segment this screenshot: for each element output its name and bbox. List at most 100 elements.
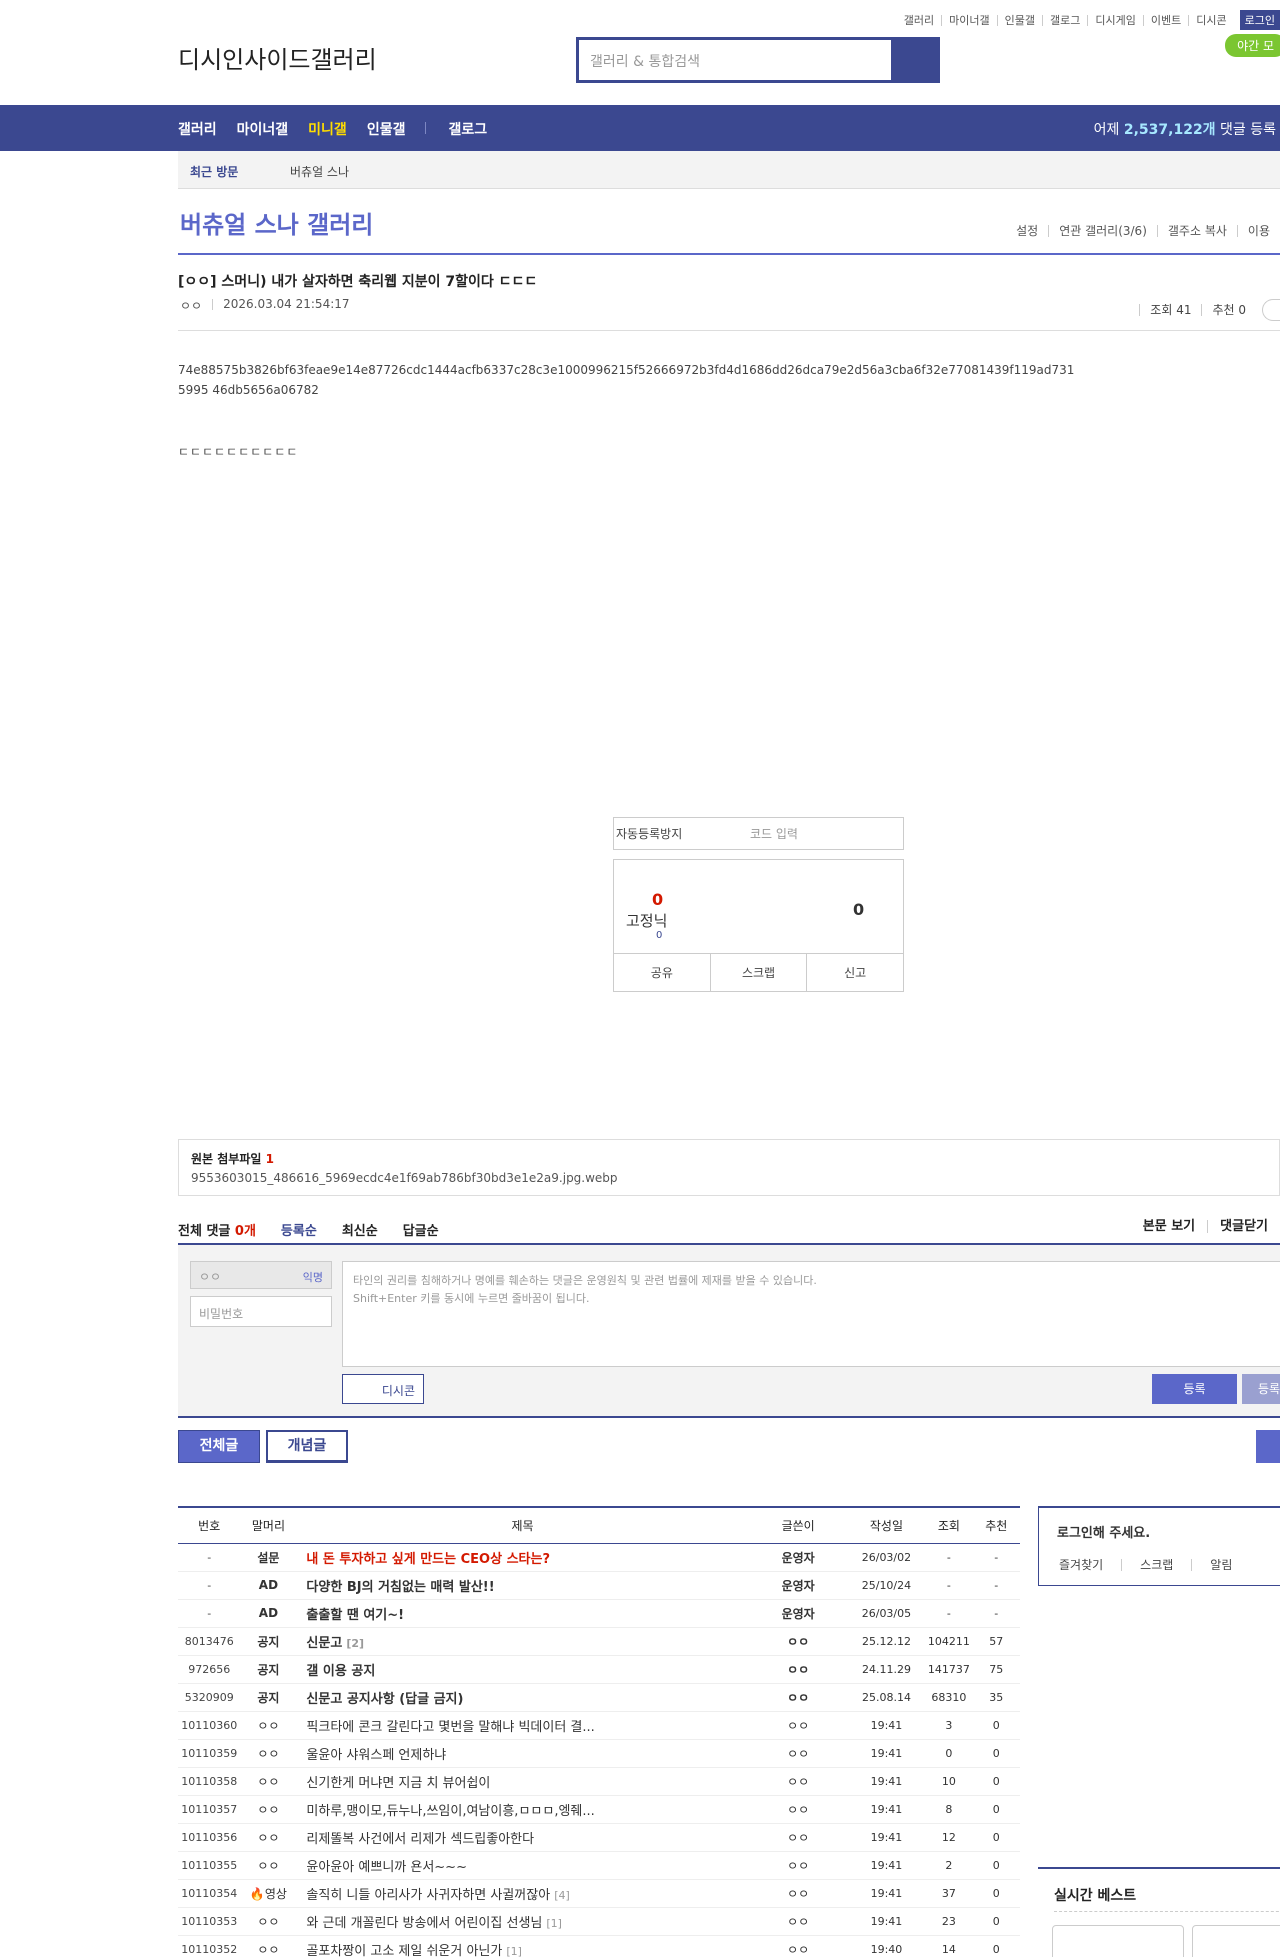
post-author[interactable]: ㅇㅇ (180, 297, 202, 314)
gnb-person[interactable]: 인물갤 (367, 119, 406, 139)
row-writer[interactable]: ㅇㅇ (748, 1795, 848, 1824)
top-menu-game[interactable]: 디시게임 (1087, 14, 1142, 26)
gallery-usage[interactable]: 이용 (1236, 225, 1280, 237)
sort-registered[interactable]: 등록순 (281, 1220, 317, 1239)
table-row[interactable]: 10110355 ㅇㅇ 윤아윤아 예쁘니까 욘서~~~ ㅇㅇ 19:41 2 0 (178, 1851, 1020, 1880)
table-row[interactable]: 10110360 ㅇㅇ 픽크타에 콘크 갈린다고 몇번을 말해냐 빅데이터 결...… (178, 1711, 1020, 1740)
search-input[interactable]: 갤러리 & 통합검색 (579, 40, 894, 80)
row-writer[interactable]: ㅇㅇ (748, 1655, 848, 1684)
password-field[interactable]: 비밀번호 (190, 1296, 332, 1327)
recent-visit-label[interactable]: 최근 방문 (190, 163, 238, 180)
table-row[interactable]: 10110358 ㅇㅇ 신기한게 머냐면 지금 치 뷰어쉽이 ㅇㅇ 19:41 10 0 (178, 1767, 1020, 1796)
table-row[interactable]: 10110356 ㅇㅇ 리제똘복 사건에서 리제가 섹드립좋아한다 ㅇㅇ 19:41 12… (178, 1823, 1020, 1852)
row-subject[interactable]: 울윤아 샤워스페 언제하냐 (296, 1739, 749, 1768)
row-subject[interactable]: 신기한게 머냐면 지금 치 뷰어쉽이 (296, 1767, 749, 1796)
top-menu-gallog[interactable]: 갤로그 (1042, 14, 1087, 26)
sort-latest[interactable]: 최신순 (342, 1220, 378, 1239)
reply-count[interactable]: [4] (554, 1889, 570, 1902)
row-subject[interactable]: 신문고 [2] (296, 1627, 749, 1656)
table-row[interactable]: 10110354 🔥영상 솔직히 니들 아리사가 사귀자하면 사귈꺼잖아 [4] ㅇㅇ 1… (178, 1879, 1020, 1908)
row-writer[interactable]: ㅇㅇ (748, 1935, 848, 1957)
close-comments-link[interactable]: 댓글닫기 (1207, 1220, 1280, 1233)
table-row[interactable]: 10110357 ㅇㅇ 미하루,맹이모,듀누나,쓰임이,여남이흥,ㅁㅁㅁ,엥줴...… (178, 1795, 1020, 1824)
table-row[interactable]: 10110359 ㅇㅇ 울윤아 샤워스페 언제하냐 ㅇㅇ 19:41 0 0 (178, 1739, 1020, 1768)
row-writer[interactable]: ㅇㅇ (748, 1823, 848, 1852)
gnb-gallery[interactable]: 갤러리 (178, 119, 217, 139)
row-subject[interactable]: 미하루,맹이모,듀누나,쓰임이,여남이흥,ㅁㅁㅁ,엥줴... (296, 1795, 749, 1824)
tab-concept-posts[interactable]: 개념글 (266, 1430, 348, 1463)
row-writer[interactable]: ㅇㅇ (748, 1907, 848, 1936)
sort-replies[interactable]: 답글순 (403, 1220, 439, 1239)
table-row[interactable]: 972656 공지 갤 이용 공지 ㅇㅇ 24.11.29 141737 75 (178, 1655, 1020, 1684)
site-logo[interactable]: 디시인사이드갤러리 (178, 40, 377, 75)
table-row[interactable]: 5320909 공지 신문고 공지사항 (답글 금지) ㅇㅇ 25.08.14 68310… (178, 1683, 1020, 1712)
comment-submit-button[interactable]: 등록 (1152, 1374, 1237, 1404)
table-row[interactable]: - AD 출출할 땐 여기~! 운영자 26/03/05 - - (178, 1599, 1020, 1628)
reply-count[interactable]: [1] (546, 1917, 562, 1930)
comment-submit-alt-button[interactable]: 등록 (1242, 1374, 1280, 1404)
row-writer[interactable]: 운영자 (748, 1543, 848, 1572)
related-galleries[interactable]: 연관 갤러리(3/6) (1048, 225, 1157, 237)
scrap-link[interactable]: 스크랩 (1121, 1559, 1191, 1571)
row-writer[interactable]: ㅇㅇ (748, 1767, 848, 1796)
captcha-input[interactable]: 코드 입력 (750, 825, 798, 842)
post-action-button[interactable] (1262, 299, 1280, 321)
row-writer[interactable]: 운영자 (748, 1599, 848, 1628)
row-subject[interactable]: 골포차짱이 고소 제일 쉬운거 아닌가 [1] (296, 1935, 749, 1957)
top-menu-dccon[interactable]: 디시콘 (1188, 14, 1233, 26)
table-row[interactable]: - 설문 내 돈 투자하고 싶게 만드는 CEO상 스타는? 운영자 26/03/02 -… (178, 1543, 1020, 1572)
table-row[interactable]: 8013476 공지 신문고 [2] ㅇㅇ 25.12.12 104211 57 (178, 1627, 1020, 1656)
gallery-title[interactable]: 버츄얼 스나 갤러리 (180, 205, 373, 240)
row-writer[interactable]: ㅇㅇ (748, 1879, 848, 1908)
share-button[interactable]: 공유 (614, 954, 710, 991)
write-button[interactable] (1256, 1430, 1280, 1463)
best-card[interactable] (1052, 1925, 1184, 1957)
night-mode-toggle[interactable]: 야간 모 (1225, 34, 1280, 57)
copy-gallery-url[interactable]: 갤주소 복사 (1156, 225, 1237, 237)
scrap-button[interactable]: 스크랩 (709, 954, 807, 991)
row-writer[interactable]: ㅇㅇ (748, 1851, 848, 1880)
top-menu-event[interactable]: 이벤트 (1142, 14, 1188, 26)
row-subject[interactable]: 와 근데 개꼴린다 방송에서 어린이집 선생님 [1] (296, 1907, 749, 1936)
attachment-file[interactable]: 9553603015_486616_5969ecdc4e1f69ab786bf3… (191, 1171, 1267, 1185)
favorites-link[interactable]: 즐겨찾기 (1059, 1559, 1121, 1571)
row-writer[interactable]: ㅇㅇ (748, 1739, 848, 1768)
table-row[interactable]: 10110352 ㅇㅇ 골포차짱이 고소 제일 쉬운거 아닌가 [1] ㅇㅇ 19:40 1… (178, 1935, 1020, 1957)
row-subject[interactable]: 신문고 공지사항 (답글 금지) (296, 1683, 749, 1712)
login-prompt[interactable]: 로그인해 주세요. (1057, 1522, 1150, 1541)
best-card[interactable] (1192, 1925, 1280, 1957)
dccon-button[interactable]: 디시콘 (342, 1374, 424, 1404)
downvote-count[interactable]: 0 (853, 900, 864, 919)
row-subject[interactable]: 윤아윤아 예쁘니까 욘서~~~ (296, 1851, 749, 1880)
gnb-gallog[interactable]: 갤로그 (448, 119, 487, 139)
table-row[interactable]: - AD 다양한 BJ의 거침없는 매력 발산!! 운영자 25/10/24 - - (178, 1571, 1020, 1600)
view-post-link[interactable]: 본문 보기 (1131, 1220, 1207, 1233)
nickname-field[interactable]: ㅇㅇ 익명 (190, 1261, 332, 1289)
row-writer[interactable]: ㅇㅇ (748, 1711, 848, 1740)
row-subject[interactable]: 리제똘복 사건에서 리제가 섹드립좋아한다 (296, 1823, 749, 1852)
row-subject[interactable]: 갤 이용 공지 (296, 1655, 749, 1684)
row-subject[interactable]: 솔직히 니들 아리사가 사귀자하면 사귈꺼잖아 [4] (296, 1879, 749, 1908)
search-button[interactable] (894, 40, 937, 80)
row-writer[interactable]: 운영자 (748, 1571, 848, 1600)
notification-link[interactable]: 알림 (1191, 1559, 1250, 1571)
gnb-minor[interactable]: 마이너갤 (237, 119, 289, 139)
tab-all-posts[interactable]: 전체글 (178, 1430, 260, 1463)
upvote-count[interactable]: 0 (652, 890, 663, 909)
row-subject[interactable]: 픽크타에 콘크 갈린다고 몇번을 말해냐 빅데이터 결... (296, 1711, 749, 1740)
row-subject[interactable]: 출출할 땐 여기~! (296, 1599, 749, 1628)
reply-count[interactable]: [1] (506, 1945, 522, 1957)
row-writer[interactable]: ㅇㅇ (748, 1627, 848, 1656)
row-writer[interactable]: ㅇㅇ (748, 1683, 848, 1712)
row-subject[interactable]: 다양한 BJ의 거침없는 매력 발산!! (296, 1571, 749, 1600)
reply-count[interactable]: [2] (346, 1637, 364, 1650)
gnb-mini[interactable]: 미니갤 (308, 119, 347, 139)
comment-textarea[interactable]: 타인의 권리를 침해하거나 명예를 훼손하는 댓글은 운영원칙 및 관련 법률에… (342, 1261, 1280, 1367)
table-row[interactable]: 10110353 ㅇㅇ 와 근데 개꼴린다 방송에서 어린이집 선생님 [1] ㅇㅇ 19… (178, 1907, 1020, 1936)
top-menu-minor[interactable]: 마이너갤 (941, 14, 996, 26)
report-button[interactable]: 신고 (806, 954, 903, 991)
top-menu-person[interactable]: 인물갤 (996, 14, 1042, 26)
recent-visit-gallery[interactable]: 버츄얼 스나 (290, 163, 349, 180)
top-menu-gallery[interactable]: 갤러리 (897, 15, 941, 26)
login-button[interactable]: 로그인 (1239, 10, 1280, 30)
